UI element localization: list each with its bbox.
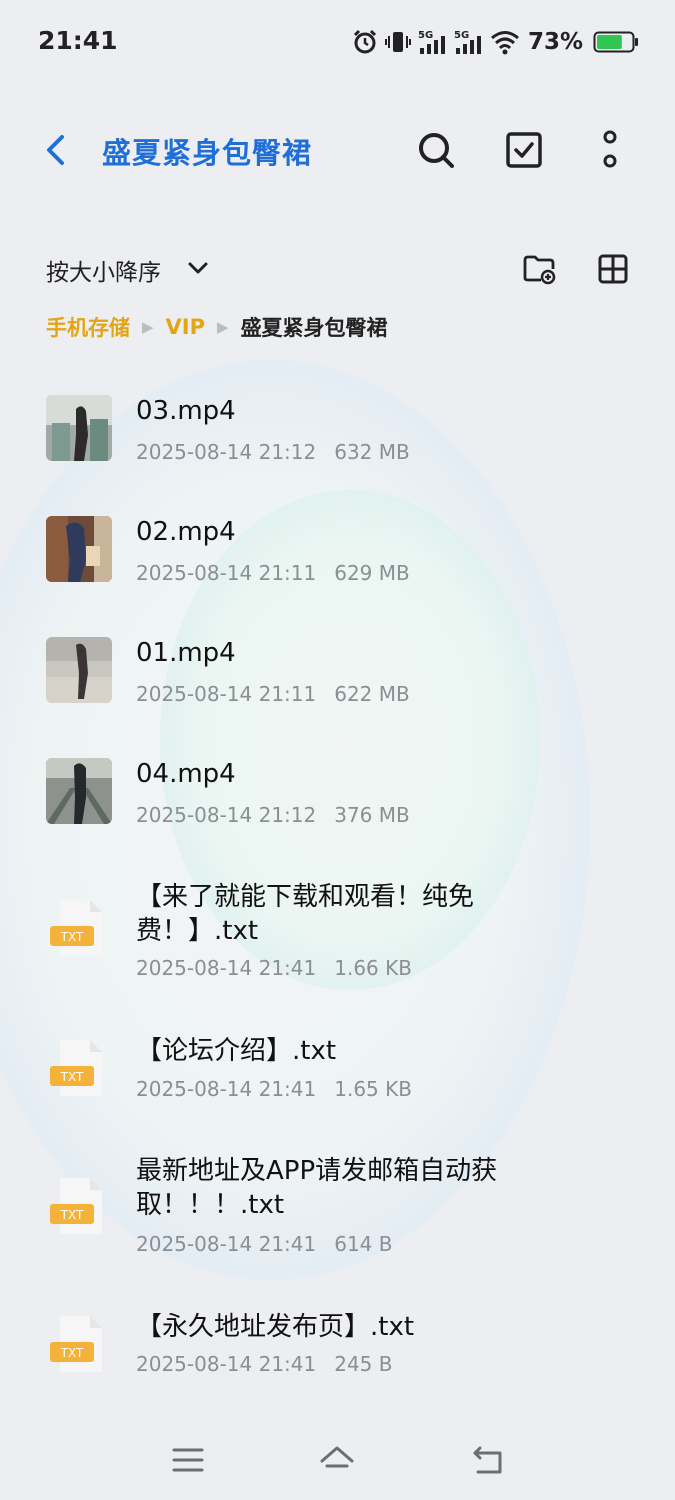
file-size: 622 MB <box>334 682 410 706</box>
video-thumbnail <box>46 395 112 461</box>
file-meta: 2025-08-14 21:12 376 MB <box>136 803 410 827</box>
breadcrumb-item-vip[interactable]: VIP <box>166 315 205 339</box>
signal-5g-icon-2: 5G <box>454 30 481 54</box>
txt-badge: TXT <box>60 930 84 944</box>
file-size: 614 B <box>334 1232 393 1256</box>
status-icons: 5G 5G 73% <box>352 26 639 58</box>
chevron-right-icon: ▶ <box>142 318 154 336</box>
signal-5g-icon: 5G <box>418 30 445 54</box>
txt-file-icon: TXT <box>50 1040 102 1096</box>
list-item[interactable]: TXT 最新地址及APP请发邮箱自动获取！！！.txt 2025-08-14 2… <box>0 1130 675 1270</box>
list-item[interactable]: TXT 【来了就能下载和观看！纯免费！】.txt 2025-08-14 21:4… <box>0 854 675 994</box>
svg-text:5G: 5G <box>418 30 433 41</box>
search-icon[interactable] <box>416 130 456 170</box>
file-date: 2025-08-14 21:41 <box>136 956 317 980</box>
file-meta: 2025-08-14 21:41 614 B <box>136 1232 393 1256</box>
sort-bar: 按大小降序 <box>0 240 675 296</box>
file-name: 04.mp4 <box>136 759 236 789</box>
list-item[interactable]: 04.mp4 2025-08-14 21:12 376 MB <box>0 733 675 843</box>
file-date: 2025-08-14 21:12 <box>136 803 317 827</box>
list-item[interactable]: TXT 【永久地址发布页】.txt 2025-08-14 21:41 245 B <box>0 1290 675 1400</box>
file-date: 2025-08-14 21:11 <box>136 561 317 585</box>
file-meta: 2025-08-14 21:11 622 MB <box>136 682 410 706</box>
status-bar: 21:41 5G 5G 73% <box>0 0 675 84</box>
back-arrow-icon[interactable] <box>40 132 74 168</box>
file-size: 245 B <box>334 1352 393 1376</box>
breadcrumb: 手机存储 ▶ VIP ▶ 盛夏紧身包臀裙 <box>46 310 388 344</box>
wifi-icon <box>490 31 519 55</box>
checkbox-icon[interactable] <box>504 130 544 170</box>
file-meta: 2025-08-14 21:11 629 MB <box>136 561 410 585</box>
file-meta: 2025-08-14 21:12 632 MB <box>136 440 410 464</box>
txt-file-icon: TXT <box>50 1316 102 1372</box>
new-folder-icon[interactable] <box>522 252 556 286</box>
txt-badge: TXT <box>60 1070 84 1084</box>
file-meta: 2025-08-14 21:41 245 B <box>136 1352 393 1376</box>
page-title: 盛夏紧身包臀裙 <box>102 136 313 170</box>
list-item[interactable]: 01.mp4 2025-08-14 21:11 622 MB <box>0 612 675 722</box>
battery-percent: 73% <box>527 29 583 55</box>
more-vertical-icon[interactable] <box>590 130 630 170</box>
file-name: 【永久地址发布页】.txt <box>136 1312 415 1342</box>
txt-badge: TXT <box>60 1208 84 1222</box>
file-date: 2025-08-14 21:41 <box>136 1232 317 1256</box>
svg-text:5G: 5G <box>454 30 469 41</box>
file-name: 【来了就能下载和观看！纯免费！】.txt <box>136 882 475 946</box>
list-item[interactable]: 03.mp4 2025-08-14 21:12 632 MB <box>0 370 675 480</box>
txt-file-icon: TXT <box>50 1178 102 1234</box>
battery-icon <box>593 31 638 53</box>
file-meta: 2025-08-14 21:41 1.66 KB <box>136 956 412 980</box>
file-name: 02.mp4 <box>136 517 236 547</box>
grid-view-icon[interactable] <box>596 252 630 286</box>
file-name: 03.mp4 <box>136 396 236 426</box>
breadcrumb-item-storage[interactable]: 手机存储 <box>46 312 130 342</box>
breadcrumb-current: 盛夏紧身包臀裙 <box>240 316 388 340</box>
file-size: 632 MB <box>334 440 410 464</box>
home-icon[interactable] <box>319 1442 355 1478</box>
file-name: 01.mp4 <box>136 638 236 668</box>
file-date: 2025-08-14 21:41 <box>136 1352 317 1376</box>
back-icon[interactable] <box>470 1442 506 1478</box>
chevron-down-icon[interactable] <box>186 256 210 280</box>
alarm-icon <box>353 29 376 54</box>
sort-label[interactable]: 按大小降序 <box>46 253 161 287</box>
status-time: 21:41 <box>38 26 118 55</box>
file-meta: 2025-08-14 21:41 1.65 KB <box>136 1077 412 1101</box>
file-size: 1.66 KB <box>334 956 412 980</box>
file-name: 最新地址及APP请发邮箱自动获取！！！.txt <box>136 1156 498 1220</box>
file-size: 1.65 KB <box>334 1077 412 1101</box>
file-date: 2025-08-14 21:41 <box>136 1077 317 1101</box>
txt-file-icon: TXT <box>50 900 102 956</box>
battery-fill <box>597 35 622 49</box>
list-item[interactable]: TXT 【论坛介绍】.txt 2025-08-14 21:41 1.65 KB <box>0 1010 675 1130</box>
bottom-navigation-bar <box>0 1420 675 1500</box>
file-name: 【论坛介绍】.txt <box>136 1036 337 1066</box>
txt-badge: TXT <box>60 1346 84 1360</box>
file-date: 2025-08-14 21:11 <box>136 682 317 706</box>
file-size: 629 MB <box>334 561 410 585</box>
video-thumbnail <box>46 758 112 824</box>
chevron-right-icon: ▶ <box>217 318 229 336</box>
list-item[interactable]: 02.mp4 2025-08-14 21:11 629 MB <box>0 491 675 601</box>
file-size: 376 MB <box>334 803 410 827</box>
menu-icon[interactable] <box>170 1442 206 1478</box>
vibrate-icon <box>384 32 411 52</box>
app-header: 盛夏紧身包臀裙 <box>0 110 675 190</box>
video-thumbnail <box>46 516 112 582</box>
file-date: 2025-08-14 21:12 <box>136 440 317 464</box>
video-thumbnail <box>46 637 112 703</box>
